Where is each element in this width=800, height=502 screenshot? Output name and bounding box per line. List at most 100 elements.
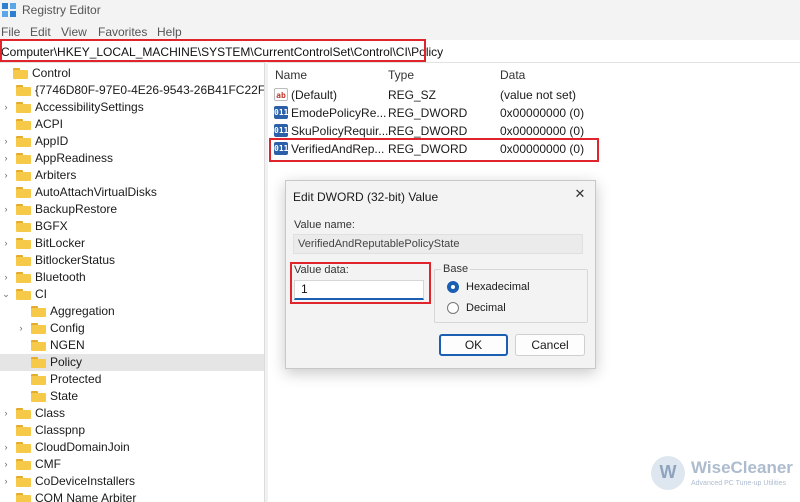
menu-help[interactable]: Help [157, 25, 182, 39]
tree-item-label: CI [35, 287, 47, 301]
cancel-button[interactable]: Cancel [515, 334, 585, 356]
column-header-name[interactable]: Name [275, 68, 307, 82]
folder-icon [16, 187, 31, 198]
folder-icon [16, 255, 31, 266]
tree-item[interactable]: › BackupRestore [0, 201, 264, 218]
tree-item[interactable]: › CMF [0, 456, 264, 473]
tree-item-label: Config [50, 321, 85, 335]
chevron-right-icon[interactable]: › [17, 323, 25, 333]
value-type: REG_DWORD [388, 142, 468, 156]
menu-favorites[interactable]: Favorites [98, 25, 147, 39]
value-data-input[interactable]: 1 [294, 280, 424, 300]
chevron-right-icon[interactable]: › [2, 408, 10, 418]
chevron-right-icon[interactable]: › [2, 272, 10, 282]
value-row[interactable]: 011 VerifiedAndRep... REG_DWORD 0x00000000 … [268, 140, 800, 158]
folder-icon [16, 476, 31, 487]
dword-value-icon: 011 [274, 124, 289, 137]
value-data: 0x00000000 (0) [500, 142, 585, 156]
hexadecimal-label[interactable]: Hexadecimal [466, 281, 530, 293]
tree-item[interactable]: ⌄ CI [0, 286, 264, 303]
tree-item-label: Class [35, 406, 66, 420]
chevron-right-icon[interactable]: › [2, 153, 10, 163]
tree-item[interactable]: AutoAttachVirtualDisks [0, 184, 264, 201]
chevron-right-icon[interactable]: › [2, 136, 10, 146]
tree-item-label: BGFX [35, 219, 68, 233]
tree-item[interactable]: › AppID [0, 133, 264, 150]
registry-key-tree[interactable]: Control {7746D80F-97E0-4E26-9543-26B41FC2… [0, 62, 264, 502]
tree-item-label: Aggregation [50, 304, 115, 318]
tree-item[interactable]: ACPI [0, 116, 264, 133]
value-data: (value not set) [500, 88, 577, 102]
folder-icon [16, 119, 31, 130]
tree-item-label: NGEN [50, 338, 85, 352]
tree-item-label: BitLocker [35, 236, 86, 250]
close-icon[interactable]: ✕ [573, 187, 587, 201]
folder-icon [16, 170, 31, 181]
value-name: EmodePolicyRe... [291, 106, 387, 120]
tree-item[interactable]: Classpnp [0, 422, 264, 439]
folder-icon [16, 204, 31, 215]
tree-item[interactable]: › CloudDomainJoin [0, 439, 264, 456]
dword-value-icon: 011 [274, 106, 289, 119]
column-header-data[interactable]: Data [500, 68, 525, 82]
value-row[interactable]: ab (Default) REG_SZ (value not set) [268, 86, 800, 104]
tree-item-label: Control [32, 66, 71, 80]
tree-item[interactable]: Policy [0, 354, 264, 371]
value-row[interactable]: 011 SkuPolicyRequir... REG_DWORD 0x00000000… [268, 122, 800, 140]
address-path[interactable]: Computer\HKEY_LOCAL_MACHINE\SYSTEM\Curre… [1, 45, 443, 59]
chevron-right-icon[interactable]: › [2, 238, 10, 248]
tree-item[interactable]: › Arbiters [0, 167, 264, 184]
tree-item[interactable]: › Config [0, 320, 264, 337]
wisecleaner-watermark: WiseCleaner Advanced PC Tune-up Utilitie… [651, 454, 796, 496]
tree-item[interactable]: › Class [0, 405, 264, 422]
tree-item[interactable]: Control [0, 65, 264, 82]
decimal-radio[interactable] [447, 302, 459, 314]
folder-icon [16, 102, 31, 113]
column-header-type[interactable]: Type [388, 68, 414, 82]
tree-item[interactable]: COM Name Arbiter [0, 490, 264, 502]
folder-icon [31, 391, 46, 402]
tree-item[interactable]: {7746D80F-97E0-4E26-9543-26B41FC22F79} [0, 82, 264, 99]
ok-button[interactable]: OK [439, 334, 508, 356]
tree-item[interactable]: NGEN [0, 337, 264, 354]
chevron-right-icon[interactable]: › [2, 102, 10, 112]
tree-item[interactable]: › BitLocker [0, 235, 264, 252]
chevron-right-icon[interactable]: › [2, 170, 10, 180]
decimal-label[interactable]: Decimal [466, 302, 506, 314]
folder-icon [31, 340, 46, 351]
tree-item[interactable]: › AccessibilitySettings [0, 99, 264, 116]
address-bar[interactable]: Computer\HKEY_LOCAL_MACHINE\SYSTEM\Curre… [0, 40, 800, 63]
folder-icon [16, 442, 31, 453]
menu-edit[interactable]: Edit [30, 25, 51, 39]
value-type: REG_DWORD [388, 106, 468, 120]
tree-item[interactable]: Protected [0, 371, 264, 388]
tree-item-label: State [50, 389, 79, 403]
menu-file[interactable]: File [1, 25, 20, 39]
tree-item-label: AccessibilitySettings [35, 100, 144, 114]
value-type: REG_DWORD [388, 124, 468, 138]
tree-item[interactable]: Aggregation [0, 303, 264, 320]
chevron-right-icon[interactable]: › [2, 459, 10, 469]
folder-icon [16, 136, 31, 147]
menu-view[interactable]: View [61, 25, 87, 39]
menu-bar: File Edit View Favorites Help [0, 22, 800, 40]
tree-item[interactable]: › Bluetooth [0, 269, 264, 286]
base-label: Base [441, 263, 471, 275]
tree-item[interactable]: BGFX [0, 218, 264, 235]
folder-icon [16, 221, 31, 232]
tree-item[interactable]: › AppReadiness [0, 150, 264, 167]
folder-icon [31, 323, 46, 334]
tree-item[interactable]: BitlockerStatus [0, 252, 264, 269]
folder-icon [31, 357, 46, 368]
value-data: 0x00000000 (0) [500, 124, 585, 138]
value-type: REG_SZ [388, 88, 437, 102]
chevron-down-icon[interactable]: ⌄ [2, 289, 10, 299]
chevron-right-icon[interactable]: › [2, 442, 10, 452]
value-row[interactable]: 011 EmodePolicyRe... REG_DWORD 0x00000000 (… [268, 104, 800, 122]
chevron-right-icon[interactable]: › [2, 476, 10, 486]
tree-item-label: COM Name Arbiter [35, 491, 137, 502]
tree-item[interactable]: › CoDeviceInstallers [0, 473, 264, 490]
chevron-right-icon[interactable]: › [2, 204, 10, 214]
hexadecimal-radio[interactable] [447, 281, 459, 293]
tree-item[interactable]: State [0, 388, 264, 405]
